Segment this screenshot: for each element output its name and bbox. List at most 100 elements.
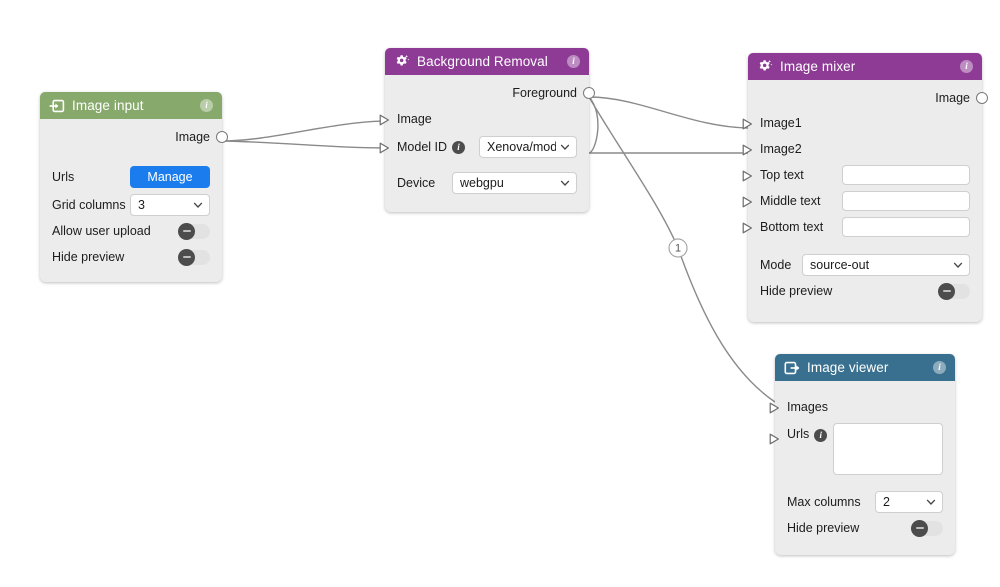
input-port-urls[interactable] [769,432,780,444]
input-row-top-text: Top text [748,162,982,188]
node-background-removal[interactable]: Background Removal i Foreground Image Mo… [385,48,589,212]
label-device: Device [397,176,435,190]
node-image-viewer-header[interactable]: Image viewer i [775,354,955,381]
input-label-images: Images [787,400,828,414]
hide-preview-toggle[interactable] [178,250,210,265]
input-label-top-text: Top text [760,168,804,182]
output-port-image[interactable] [216,131,228,143]
info-icon[interactable]: i [933,361,946,374]
input-port-middle-text[interactable] [742,195,753,207]
label-allow-user-upload: Allow user upload [52,224,151,238]
edge-background-removal-to-image-mixer-image1 [589,97,748,128]
edge-badge-1[interactable]: 1 [669,239,687,257]
node-image-input-title: Image input [72,98,144,113]
gear-sparkle-icon [757,59,773,74]
node-image-mixer-body: Image Image1 Image2 Top text [748,80,982,322]
info-icon[interactable]: i [452,141,465,154]
node-background-removal-title: Background Removal [417,54,548,69]
input-row-image2: Image2 [748,136,982,162]
input-port-model-id[interactable] [379,141,390,153]
edge-background-removal-to-image-mixer-image2 [589,97,748,153]
grid-columns-value: 3 [138,198,189,212]
node-image-viewer-body: Images Urls i Max columns [775,381,955,555]
info-icon[interactable]: i [960,60,973,73]
control-row-grid-columns: Grid columns 3 [40,191,222,218]
middle-text-input [842,191,970,211]
node-background-removal-header[interactable]: Background Removal i [385,48,589,75]
node-image-viewer-title: Image viewer [807,360,888,375]
mode-select[interactable]: source-out [802,254,970,276]
hide-preview-toggle[interactable] [938,284,970,299]
grid-columns-select[interactable]: 3 [130,194,210,216]
gear-sparkle-icon [394,54,410,69]
label-hide-preview: Hide preview [760,284,832,298]
chevron-down-icon [926,497,936,507]
output-row-image: Image [748,86,982,110]
label-grid-columns: Grid columns [52,198,126,212]
input-port-bottom-text[interactable] [742,221,753,233]
input-row-model-id: Model ID i Xenova/modne [385,132,589,161]
edge-badge-circle [669,239,687,257]
control-row-allow-user-upload: Allow user upload [40,218,222,244]
output-arrow-out-of-box-icon [784,361,800,375]
input-label-urls: Urls i [787,427,827,441]
input-row-image1: Image1 [748,110,982,136]
input-row-urls: Urls i [775,420,955,476]
control-row-hide-preview: Hide preview [748,278,982,304]
label-mode: Mode [760,258,791,272]
node-image-input[interactable]: Image input i Image Urls Manage Grid col… [40,92,222,282]
device-select[interactable]: webgpu [452,172,577,194]
node-image-mixer-title: Image mixer [780,59,855,74]
label-urls: Urls [52,170,74,184]
model-id-select[interactable]: Xenova/modne [479,136,577,158]
output-label-foreground: Foreground [512,86,577,100]
edge-image-input-to-background-removal-model-id [222,141,385,148]
input-port-images[interactable] [769,401,780,413]
toggle-knob [178,223,195,240]
node-graph-canvas[interactable]: 1 Image input i Image Urls [0,0,1000,587]
control-row-device: Device webgpu [385,169,589,196]
manage-button[interactable]: Manage [130,166,210,188]
input-port-image1[interactable] [742,117,753,129]
edge-badge-label: 1 [675,243,681,255]
control-row-mode: Mode source-out [748,251,982,278]
output-row-image: Image [40,125,222,149]
input-label-bottom-text: Bottom text [760,220,823,234]
label-urls-text: Urls [787,427,809,441]
info-icon[interactable]: i [814,429,827,442]
output-port-foreground[interactable] [583,87,595,99]
model-id-value: Xenova/modne [487,140,556,154]
input-port-image2[interactable] [742,143,753,155]
device-value: webgpu [460,176,556,190]
input-port-image[interactable] [379,113,390,125]
toggle-knob [938,283,955,300]
control-row-hide-preview: Hide preview [40,244,222,270]
top-text-input [842,165,970,185]
info-icon[interactable]: i [567,55,580,68]
output-label-image: Image [935,91,970,105]
input-label-image1: Image1 [760,116,802,130]
node-image-mixer-header[interactable]: Image mixer i [748,53,982,80]
node-background-removal-body: Foreground Image Model ID i [385,75,589,212]
input-label-model-id: Model ID i [397,140,465,154]
label-max-columns: Max columns [787,495,861,509]
input-row-bottom-text: Bottom text [748,214,982,240]
node-image-mixer[interactable]: Image mixer i Image Image1 Image2 [748,53,982,322]
input-port-top-text[interactable] [742,169,753,181]
input-row-middle-text: Middle text [748,188,982,214]
node-image-input-body: Image Urls Manage Grid columns 3 [40,119,222,282]
hide-preview-toggle[interactable] [911,521,943,536]
urls-textarea [833,423,943,475]
max-columns-select[interactable]: 2 [875,491,943,513]
input-row-image: Image [385,105,589,132]
node-image-input-header[interactable]: Image input i [40,92,222,119]
output-port-image[interactable] [976,92,988,104]
info-icon[interactable]: i [200,99,213,112]
node-image-viewer[interactable]: Image viewer i Images Urls i [775,354,955,555]
output-label-image: Image [175,130,210,144]
label-hide-preview: Hide preview [787,521,859,535]
allow-user-upload-toggle[interactable] [178,224,210,239]
control-row-hide-preview: Hide preview [775,515,955,541]
max-columns-value: 2 [883,495,922,509]
input-row-images: Images [775,393,955,420]
